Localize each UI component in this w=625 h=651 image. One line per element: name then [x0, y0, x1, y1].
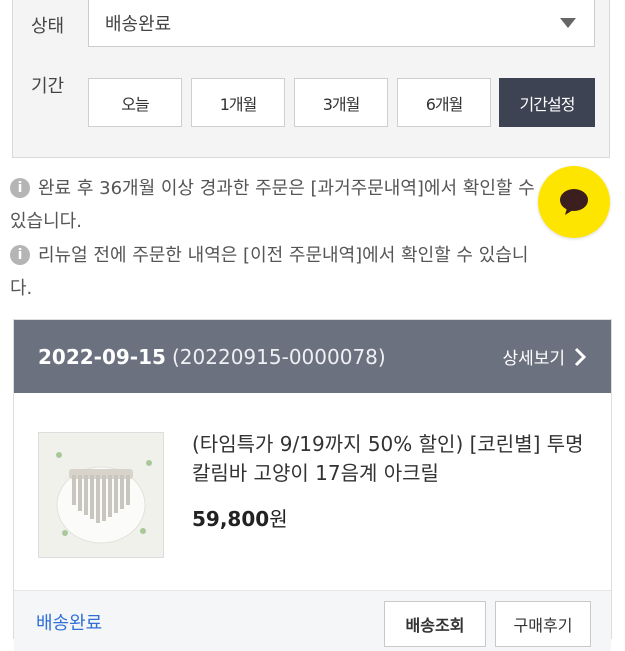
dropdown-arrow-icon	[560, 18, 576, 28]
order-detail-link[interactable]: 상세보기	[502, 344, 587, 369]
notice-previous-orders: i 리뉴얼 전에 주문한 내역은 [이전 주문내역]에서 확인할 수 있습니 다…	[10, 239, 610, 305]
status-select[interactable]: 배송완료	[88, 0, 595, 47]
info-icon: i	[10, 178, 30, 198]
product-name[interactable]: (타임특가 9/19까지 50% 할인) [코린별] 투명 칼림바 고양이 17…	[192, 430, 592, 488]
shipping-status: 배송완료	[36, 613, 103, 634]
period-6month-button[interactable]: 6개월	[397, 78, 491, 127]
chevron-right-icon	[574, 347, 587, 366]
status-select-value: 배송완료	[105, 14, 172, 35]
product-price: 59,800원	[192, 503, 288, 532]
info-icon: i	[10, 245, 30, 265]
chat-bubble-icon	[560, 189, 588, 215]
notice-past-orders: i 완료 후 36개월 이상 경과한 주문은 [과거주문내역]에서 확인할 수 …	[10, 172, 610, 238]
notice-text-cont: 있습니다.	[10, 211, 82, 232]
order-number: (20220915-0000078)	[172, 345, 386, 369]
order-date: 2022-09-15	[38, 345, 166, 369]
track-shipment-button[interactable]: 배송조회	[384, 601, 486, 647]
status-label: 상태	[31, 16, 65, 37]
period-custom-button[interactable]: 기간설정	[499, 78, 595, 127]
detail-link-label: 상세보기	[502, 349, 565, 369]
order-header: 2022-09-15 (20220915-0000078) 상세보기	[14, 320, 611, 393]
notice-text: 리뉴얼 전에 주문한 내역은 [이전 주문내역]에서 확인할 수 있습니	[38, 245, 529, 266]
price-value: 59,800	[192, 507, 270, 531]
period-3month-button[interactable]: 3개월	[294, 78, 388, 127]
notice-text: 완료 후 36개월 이상 경과한 주문은 [과거주문내역]에서 확인할 수	[38, 178, 535, 199]
price-unit: 원	[269, 507, 288, 531]
filter-panel: 상태 배송완료 기간 오늘 1개월 3개월 6개월 기간설정	[12, 0, 610, 158]
notice-text-cont: 다.	[10, 278, 33, 299]
kakao-chat-button[interactable]	[538, 166, 610, 238]
kalimba-product-image	[39, 433, 163, 557]
order-card-footer: 배송완료 배송조회 구매후기	[14, 590, 611, 651]
write-review-button[interactable]: 구매후기	[495, 601, 591, 647]
order-card: 2022-09-15 (20220915-0000078) 상세보기 (타임특가…	[13, 319, 612, 651]
period-today-button[interactable]: 오늘	[88, 78, 182, 127]
product-thumbnail[interactable]	[38, 432, 164, 558]
period-label: 기간	[31, 76, 65, 97]
period-1month-button[interactable]: 1개월	[191, 78, 285, 127]
